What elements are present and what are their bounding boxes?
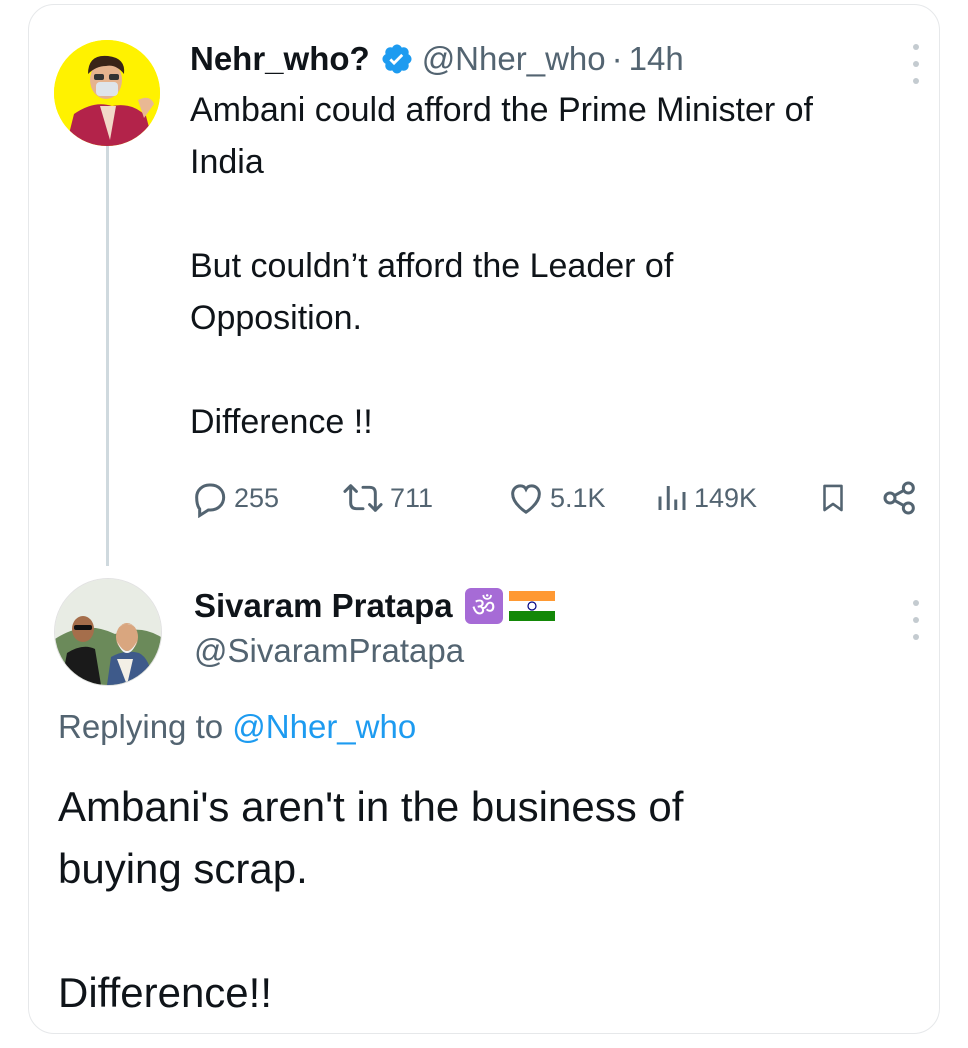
reply-icon [195,483,226,518]
heart-icon [511,484,541,514]
share-icon [883,481,915,515]
share-button[interactable] [880,474,920,522]
bookmark-button[interactable] [816,474,850,522]
tweet1-text-line: Difference !! [190,403,373,441]
tweet2-text: Ambani's aren't in the business of buyin… [58,776,918,1024]
repost-button[interactable]: 711 [340,474,433,522]
avatar-person-illustration [54,40,160,146]
views-icon [658,486,686,510]
tweet2-text-line: Difference!! [58,969,272,1016]
repost-icon [343,484,383,512]
reply-button[interactable]: 255 [190,474,279,522]
tweet1-header: Nehr_who? @Nher_who · 14h [190,36,684,82]
tweet2-more-button[interactable] [906,600,926,640]
tweet1-text-line: India [190,143,264,181]
views-count: 149K [694,482,758,513]
like-count: 5.1K [550,482,606,513]
repost-count: 711 [390,482,434,513]
replying-to-line: Replying to @Nher_who [58,708,416,746]
avatar-sivaram-pratapa[interactable] [54,578,162,686]
views-button[interactable]: 149K [654,474,757,522]
verified-badge-icon [380,42,414,76]
india-flag-icon [508,591,555,621]
reply-count: 255 [234,482,280,513]
tweet2-display-name[interactable]: Sivaram Pratapa [194,587,453,625]
avatar-nehr-who[interactable] [54,40,160,146]
replying-to-mention-link[interactable]: @Nher_who [232,708,416,745]
om-emoji-icon: ॐ [464,588,503,624]
tweet1-handle[interactable]: @Nher_who [422,40,606,78]
tweet2-text-line: buying scrap. [58,845,308,892]
tweet1-text-line: Opposition. [190,299,362,337]
thread-connector-line [106,146,109,566]
tweet1-display-name[interactable]: Nehr_who? [190,40,370,78]
tweet1-text: Ambani could afford the Prime Minister o… [190,84,950,448]
more-icon-dot [913,617,919,623]
more-icon-dot [913,44,919,50]
tweet1-text-line: But couldn’t afford the Leader of [190,247,674,285]
replying-to-prefix: Replying to [58,708,224,745]
more-icon-dot [913,634,919,640]
more-icon-dot [913,600,919,606]
more-icon-dot [913,61,919,67]
tweet1-more-button[interactable] [906,44,926,84]
tweet1-timestamp[interactable]: 14h [629,40,684,78]
tweet1-action-bar: 255 711 5.1K 149K [190,474,930,522]
tweet2-handle[interactable]: @SivaramPratapa [194,632,464,670]
tweet2-text-line: Ambani's aren't in the business of [58,783,684,830]
tweet1-text-line: Ambani could afford the Prime Minister o… [190,91,813,129]
tweet2-display-name-row: Sivaram Pratapa ॐ [194,584,555,628]
like-button[interactable]: 5.1K [506,474,606,522]
bookmark-icon [823,484,843,512]
separator-dot: · [611,40,623,77]
avatar-photo-illustration [55,579,161,685]
